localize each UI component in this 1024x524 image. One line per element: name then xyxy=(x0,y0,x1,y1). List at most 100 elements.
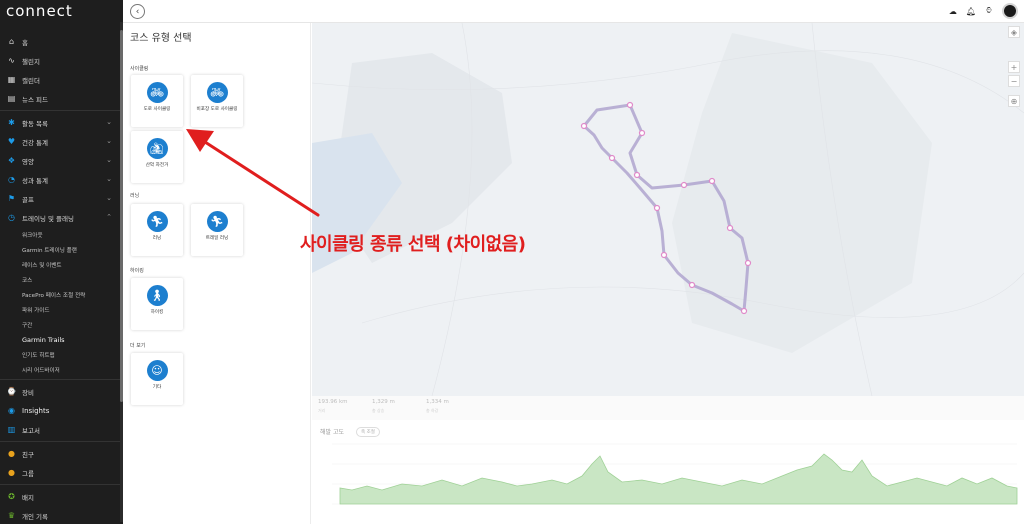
stat-label: 총 하강 xyxy=(426,408,439,413)
sidebar-item-newsfeed[interactable]: ▤ 뉴스 피드 xyxy=(0,89,120,108)
activity-wave-icon: ∿ xyxy=(8,56,15,65)
sidebar-item-label: 트레이닝 및 플래닝 xyxy=(22,214,74,223)
top-bar: ‹ ☁ 🔔︎ ⌚︎ xyxy=(123,0,1024,23)
friends-icon: ● xyxy=(8,449,15,458)
sidebar-subitem-training-plans[interactable]: Garmin 트레이닝 플랜 xyxy=(0,242,120,257)
course-card-mountain-bike[interactable]: 🚵︎ 산악 자전거 xyxy=(131,131,183,183)
sidebar-item-health[interactable]: ♥ 건강 통계 ⌄ xyxy=(0,132,120,151)
section-label-running: 러닝 xyxy=(130,193,140,199)
sidebar-divider xyxy=(0,110,120,111)
layers-icon[interactable]: ◈ xyxy=(1008,26,1020,38)
sidebar-item-label: 뉴스 피드 xyxy=(22,95,48,104)
sidebar-item-friends[interactable]: ● 친구 xyxy=(0,444,120,463)
sidebar-item-gear[interactable]: ⌚ 장비 xyxy=(0,382,120,401)
card-label: 비포장 도로 사이클링 xyxy=(196,107,238,112)
sidebar-item-reports[interactable]: ▥ 보고서 xyxy=(0,420,120,439)
sidebar-item-challenges[interactable]: ∿ 챌린지 xyxy=(0,51,120,70)
course-card-running[interactable]: 🏃︎ 러닝 xyxy=(131,204,183,256)
course-stats: 193.96 km 거리 1,329 m 총 상승 1,334 m 총 하강 xyxy=(312,396,1024,420)
app-root: connect ⌂ 홈 ∿ 챌린지 ▦ 캘린더 ▤ 뉴스 피드 ✱ 활동 목록 ⌄ ♥ 건강 … xyxy=(0,0,1024,524)
stat-value: 1,329 m xyxy=(372,399,395,405)
sidebar-item-label: 골프 xyxy=(22,195,34,204)
avatar[interactable] xyxy=(1002,3,1018,19)
groups-icon: ● xyxy=(8,468,15,477)
top-icons: ☁ 🔔︎ ⌚︎ xyxy=(949,3,1018,19)
bell-icon[interactable]: 🔔︎ xyxy=(966,7,976,16)
map-canvas xyxy=(312,23,1024,396)
elevation-chart xyxy=(332,443,1018,505)
stat-label: 거리 xyxy=(318,408,326,413)
stat-descent: 1,334 m 총 하강 xyxy=(426,399,449,414)
sidebar-subitem-heatmap[interactable]: 인기도 히트맵 xyxy=(0,347,120,362)
sidebar-item-label: 그룹 xyxy=(22,469,34,478)
home-icon: ⌂ xyxy=(8,37,15,46)
sidebar-item-performance[interactable]: ◔ 성과 통계 ⌄ xyxy=(0,170,120,189)
elevation-area[interactable] xyxy=(339,453,1018,505)
section-label-more: 더 보기 xyxy=(130,343,146,349)
back-button[interactable]: ‹ xyxy=(130,4,145,19)
stat-ascent: 1,329 m 총 상승 xyxy=(372,399,395,414)
course-card-gravel-cycling[interactable]: 🚲︎ 비포장 도로 사이클링 xyxy=(191,75,243,127)
road-bike-icon: 🚲︎ xyxy=(146,82,168,103)
newsfeed-icon: ▤ xyxy=(7,94,16,103)
locate-icon[interactable]: ⊕ xyxy=(1008,95,1020,107)
course-card-other[interactable]: ☺ 기타 xyxy=(131,353,183,405)
sidebar-item-label: 홈 xyxy=(22,38,28,47)
sidebar-item-groups[interactable]: ● 그룹 xyxy=(0,463,120,482)
course-card-trail-running[interactable]: 🏃︎ 트레일 러닝 xyxy=(191,204,243,256)
badge-icon: ✪ xyxy=(8,492,15,501)
sidebar-item-home[interactable]: ⌂ 홈 xyxy=(0,32,120,51)
sidebar-subitem-races[interactable]: 레이스 및 이벤트 xyxy=(0,257,120,272)
stat-value: 193.96 km xyxy=(318,399,348,405)
annotation-text: 사이클링 종류 선택 (차이없음) xyxy=(300,234,526,255)
reports-icon: ▥ xyxy=(7,425,16,434)
sidebar-item-activities[interactable]: ✱ 활동 목록 ⌄ xyxy=(0,113,120,132)
mountain-bike-icon: 🚵︎ xyxy=(146,138,168,159)
gravel-bike-icon: 🚲︎ xyxy=(206,82,228,103)
sidebar-item-golf[interactable]: ⚑ 골프 ⌄ xyxy=(0,189,120,208)
cloud-sync-icon[interactable]: ☁ xyxy=(949,7,957,16)
zoom-out-button[interactable]: − xyxy=(1008,75,1020,87)
sidebar-item-nutrition[interactable]: ❖ 영양 ⌄ xyxy=(0,151,120,170)
chevron-down-icon: ⌄ xyxy=(106,137,112,145)
sidebar-subitem-garmin-trails[interactable]: Garmin Trails xyxy=(0,332,120,347)
sidebar-item-insights[interactable]: ◉ Insights xyxy=(0,401,120,420)
stat-label: 총 상승 xyxy=(372,408,385,413)
sidebar-item-label: 친구 xyxy=(22,450,34,459)
sidebar-subitem-advisor[interactable]: 시리 어드바이저 xyxy=(0,362,120,377)
course-card-hiking[interactable]: 🚶︎ 하이킹 xyxy=(131,278,183,330)
sidebar-subitem-segments[interactable]: 구간 xyxy=(0,317,120,332)
chevron-down-icon: ⌄ xyxy=(106,194,112,202)
course-card-road-cycling[interactable]: 🚲︎ 도로 사이클링 xyxy=(131,75,183,127)
heart-icon: ♥ xyxy=(7,137,16,146)
card-label: 산악 자전거 xyxy=(145,163,169,168)
sidebar-item-label: 활동 목록 xyxy=(22,119,48,128)
sidebar-item-label: 장비 xyxy=(22,388,34,397)
hiking-icon: 🚶︎ xyxy=(146,285,168,306)
watch-icon[interactable]: ⌚︎ xyxy=(985,5,993,17)
sidebar-item-badges[interactable]: ✪ 배지 xyxy=(0,487,120,506)
sidebar-divider xyxy=(0,441,120,442)
sidebar-item-training[interactable]: ◷ 트레이닝 및 플래닝 ⌃ xyxy=(0,208,120,227)
insights-icon: ◉ xyxy=(8,406,15,415)
sidebar-nav: ⌂ 홈 ∿ 챌린지 ▦ 캘린더 ▤ 뉴스 피드 ✱ 활동 목록 ⌄ ♥ 건강 통계 ⌄ ❖ 영양 ⌄… xyxy=(0,32,120,524)
sidebar-divider xyxy=(0,484,120,485)
card-label: 트레일 러닝 xyxy=(205,236,229,241)
chevron-left-icon: ‹ xyxy=(135,6,140,17)
card-label: 러닝 xyxy=(152,236,162,241)
sidebar-item-records[interactable]: ♛ 개인 기록 xyxy=(0,506,120,524)
chevron-down-icon: ⌄ xyxy=(106,118,112,126)
sidebar-subitem-courses[interactable]: 코스 xyxy=(0,272,120,287)
zoom-in-button[interactable]: + xyxy=(1008,61,1020,73)
trophy-icon: ♛ xyxy=(7,511,16,520)
connect-logo[interactable]: connect xyxy=(6,2,73,20)
running-person-icon: ✱ xyxy=(8,118,15,127)
sidebar-subitem-workouts[interactable]: 워크아웃 xyxy=(0,227,120,242)
section-label-cycling: 사이클링 xyxy=(130,66,149,72)
sidebar-item-label: 배지 xyxy=(22,493,34,502)
sidebar-subitem-pacepro[interactable]: PacePro 페이스 조절 전략 xyxy=(0,287,120,302)
sidebar-subitem-power-guide[interactable]: 파워 가이드 xyxy=(0,302,120,317)
course-map[interactable]: ◈ + − ⊕ xyxy=(312,23,1024,396)
sidebar-item-label: 건강 통계 xyxy=(22,138,48,147)
sidebar-item-calendar[interactable]: ▦ 캘린더 xyxy=(0,70,120,89)
